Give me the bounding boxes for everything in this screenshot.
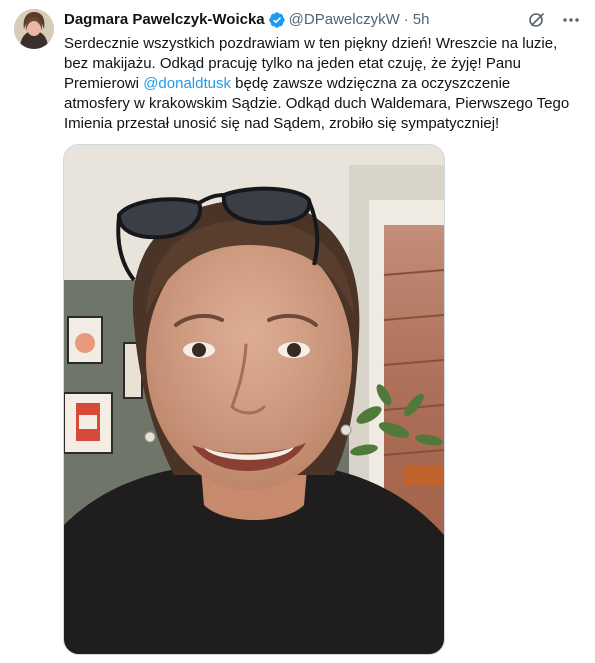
mention-link[interactable]: @donaldtusk	[143, 75, 231, 92]
author-handle[interactable]: @DPawelczykW	[289, 10, 400, 30]
tweet: Dagmara Pawelczyk-Woicka @DPawelczykW · …	[0, 0, 595, 663]
tweet-text: Serdecznie wszystkich pozdrawiam w ten p…	[64, 34, 574, 134]
header-actions	[527, 10, 581, 30]
tweet-photo[interactable]	[63, 144, 445, 655]
grok-icon[interactable]	[527, 10, 547, 30]
timestamp[interactable]: 5h	[413, 10, 430, 30]
separator-dot: ·	[403, 11, 409, 28]
verified-badge-icon	[268, 11, 286, 29]
more-options-icon[interactable]	[561, 10, 581, 30]
avatar[interactable]	[14, 9, 54, 49]
author-name[interactable]: Dagmara Pawelczyk-Woicka	[64, 10, 265, 30]
tweet-header: Dagmara Pawelczyk-Woicka @DPawelczykW · …	[64, 10, 581, 30]
